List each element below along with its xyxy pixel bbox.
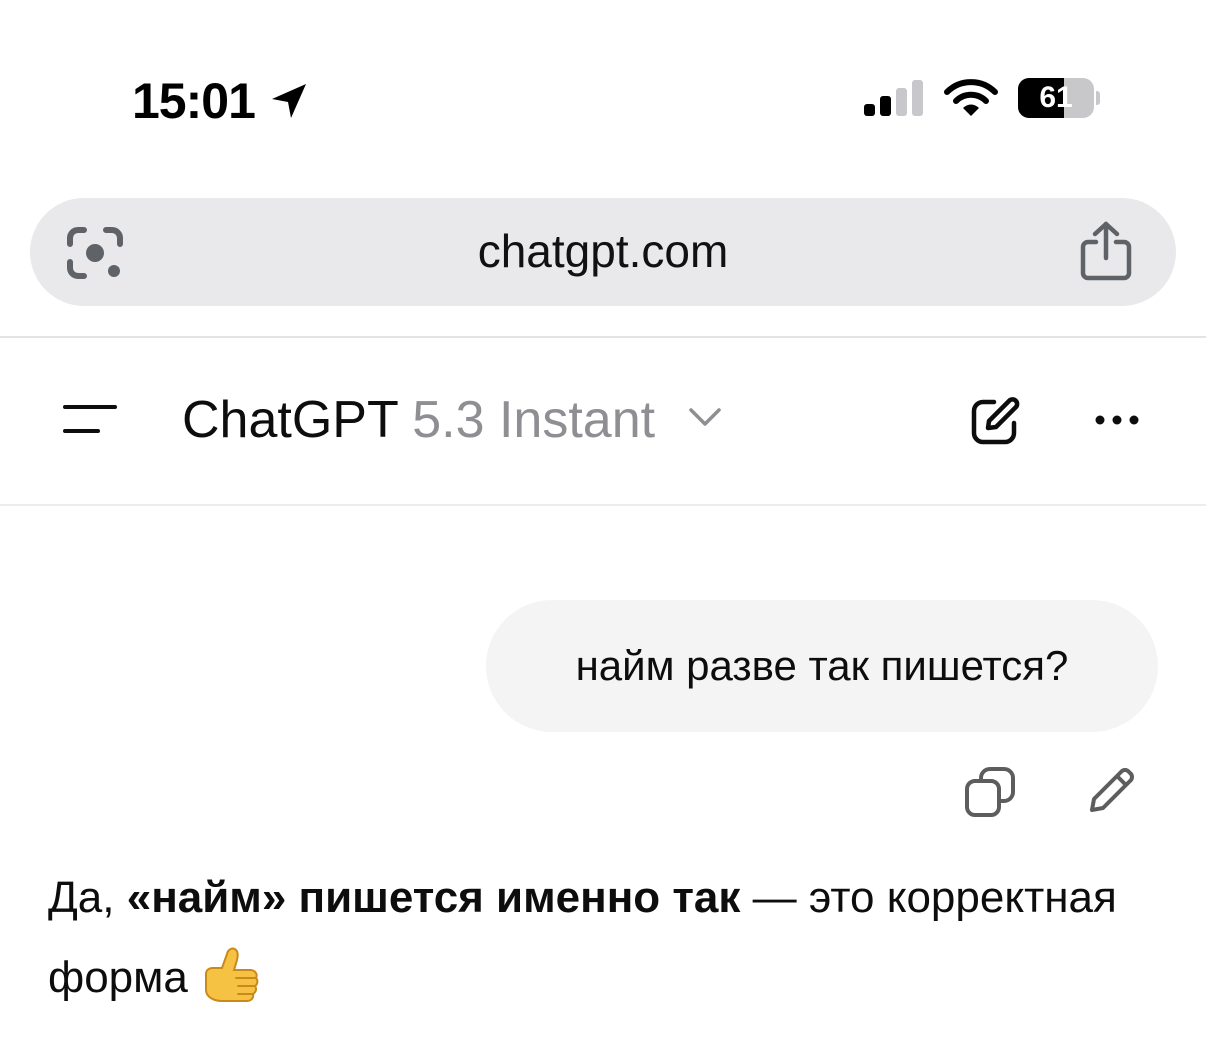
address-bar[interactable]: chatgpt.com [30,198,1176,306]
more-icon[interactable] [1094,410,1140,430]
sidebar-menu-icon[interactable] [62,402,118,436]
copy-icon[interactable] [964,766,1016,818]
url-text[interactable]: chatgpt.com [30,198,1176,306]
status-bar: 15:01 61 [0,0,1206,190]
app-title: ChatGPT [182,391,398,449]
wifi-icon [944,79,998,116]
battery-level: 61 [1039,81,1073,114]
google-lens-icon[interactable] [66,226,124,280]
battery-cap [1096,91,1100,105]
toolbar-divider [0,336,1206,338]
thumbs-up-icon [204,947,259,1002]
model-name: 5.3 Instant [412,391,656,449]
battery-body: 61 [1018,78,1094,118]
model-selector[interactable]: ChatGPT 5.3 Instant [182,390,722,450]
share-icon[interactable] [1078,220,1134,282]
assistant-message: Да, «найм» пишется именно так — это корр… [48,858,1168,1018]
assistant-text-bold: «найм» пишется именно так [126,873,741,922]
location-arrow-icon [272,84,306,118]
assistant-text-part1: Да, [48,873,127,922]
status-time: 15:01 [132,73,256,129]
user-message-bubble: найм разве так пишется? [486,600,1158,732]
chevron-down-icon [688,408,721,426]
new-chat-icon[interactable] [970,396,1022,446]
battery-indicator: 61 [1018,78,1100,118]
edit-pencil-icon[interactable] [1086,766,1136,816]
cellular-signal-icon [864,80,923,116]
header-divider [0,504,1206,506]
user-message-text: найм разве так пишется? [575,642,1069,689]
